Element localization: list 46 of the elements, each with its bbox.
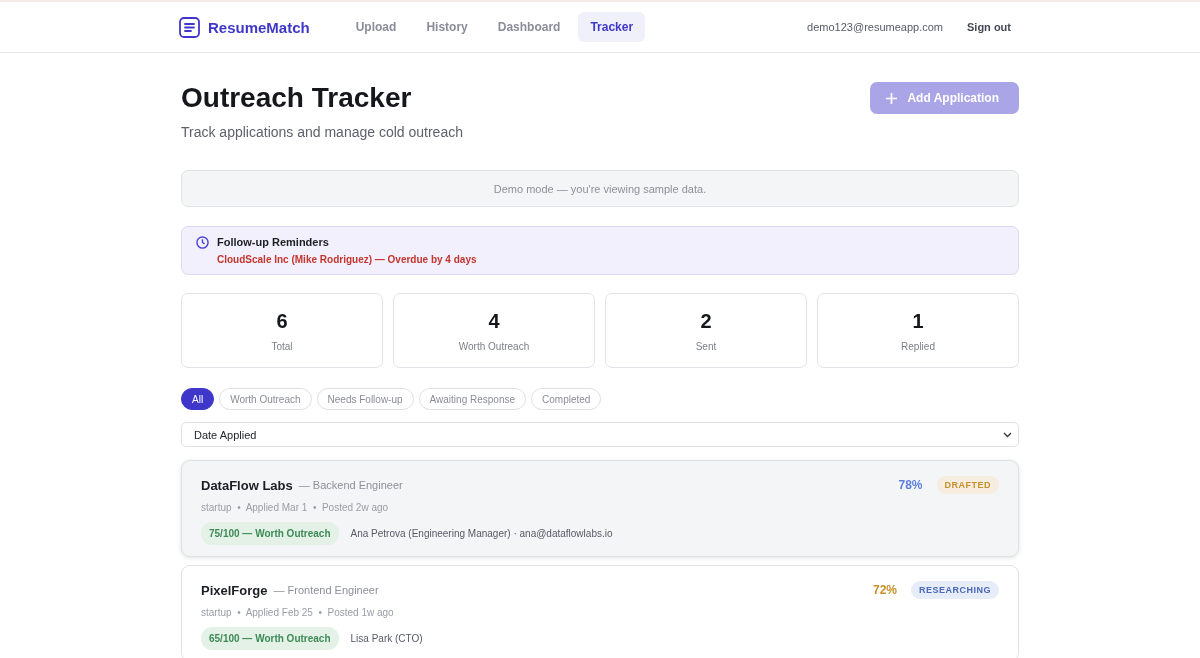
stat-value: 1 [912,309,924,333]
contact-info: Ana Petrova (Engineering Manager) · ana@dataflowlabs.io [350,528,613,539]
filter-chip[interactable]: All [181,388,215,410]
stat-label: Sent [695,340,717,352]
logo-icon [179,16,200,38]
reminder-item: CloudScale Inc (Mike Rodriguez) — Overdue by 4 days [217,254,477,265]
meta-text: startup • Applied Mar 1 • Posted 2w ago [201,502,389,513]
stat-label: Worth Outreach [458,340,530,352]
brand-name[interactable]: ResumeMatch [208,18,310,36]
company-name: DataFlow Labs [201,477,293,493]
filter-chip[interactable]: Awaiting Response [418,388,526,410]
outreach-score: 65/100 — Worth Outreach [201,627,339,650]
nav-link[interactable]: History [414,12,480,42]
match-percent: 72% [872,583,897,597]
page-subtitle: Track applications and manage cold outreach [181,124,463,140]
clock-icon [196,236,209,249]
demo-notice: Demo mode — you're viewing sample data. [181,170,1019,207]
stat-value: 2 [700,309,712,333]
match-percent: 78% [898,478,923,492]
stat-label: Total [271,340,293,352]
sort-select[interactable]: Date Applied [181,422,1019,447]
company-name: PixelForge [201,582,268,598]
filter-chip[interactable]: Completed [531,388,602,410]
meta-text: startup • Applied Feb 25 • Posted 1w ago [201,607,394,618]
nav-link[interactable]: Tracker [578,12,646,42]
plus-icon [886,92,898,104]
reminder-title: Follow-up Reminders [217,236,330,248]
stat-label: Replied [901,340,935,352]
status-badge: DRAFTED [936,476,999,494]
status-badge: RESEARCHING [911,581,999,599]
stat-value: 6 [276,309,288,333]
job-role: — Backend Engineer [298,479,403,491]
chevron-down-icon [1003,431,1012,438]
page-title: Outreach Tracker [181,82,413,114]
outreach-score: 75/100 — Worth Outreach [201,522,339,545]
sign-out-link[interactable]: Sign out [967,21,1011,33]
application-card[interactable]: DataFlow Labs — Backend Engineer 78% DRAFTED startup • Applied Mar 1 • Posted 2w ago 75/100 — Worth Outreach Ana Petrova (Engineering Manager) · ana@dataflowlabs.io [181,460,1019,557]
nav-link[interactable]: Upload [343,12,409,42]
filter-chip[interactable]: Needs Follow-up [316,388,414,410]
nav-link[interactable]: Dashboard [485,12,573,42]
user-email: demo123@resumeapp.com [807,21,943,33]
filter-chip[interactable]: Worth Outreach [219,388,312,410]
stat-value: 4 [488,309,500,333]
job-role: — Frontend Engineer [273,584,379,596]
application-card[interactable]: PixelForge — Frontend Engineer 72% RESEARCHING startup • Applied Feb 25 • Posted 1w ago 65/100 — Worth Outreach Lisa Park (CTO) [181,565,1019,658]
contact-info: Lisa Park (CTO) [350,633,423,644]
